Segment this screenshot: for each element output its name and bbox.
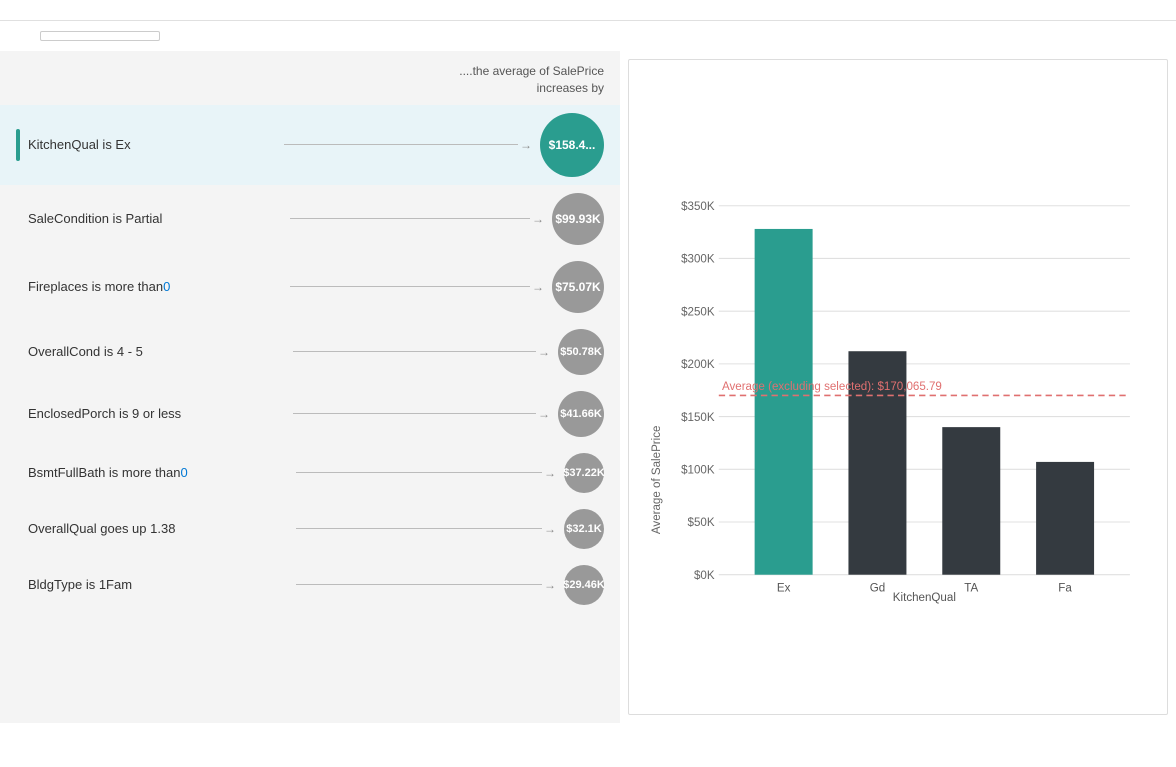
connector-area: →: [296, 466, 556, 480]
connector-line: [284, 144, 518, 145]
svg-text:$50K: $50K: [688, 517, 715, 529]
svg-text:Fa: Fa: [1058, 583, 1072, 595]
influencer-item[interactable]: KitchenQual is Ex → $158.4...: [0, 105, 620, 185]
left-panel: ....the average of SalePriceincreases by…: [0, 51, 620, 723]
influencer-item[interactable]: BsmtFullBath is more than0 → $37.22K: [0, 445, 620, 501]
influencer-item[interactable]: OverallCond is 4 - 5 → $50.78K: [0, 321, 620, 383]
connector-line: [290, 286, 530, 287]
svg-text:$350K: $350K: [681, 201, 715, 213]
bar-fa[interactable]: [1036, 462, 1094, 575]
connector-line: [296, 472, 542, 473]
svg-text:Ex: Ex: [777, 583, 791, 595]
svg-text:Average (excluding selected):: Average (excluding selected): $170,065.7…: [722, 381, 942, 393]
right-panel-description: [645, 76, 1151, 77]
connector-area: →: [290, 280, 544, 294]
connector-line: [293, 413, 536, 414]
connector-area: →: [290, 212, 544, 226]
influencer-item[interactable]: SaleCondition is Partial → $99.93K: [0, 185, 620, 253]
arrow-icon: →: [532, 212, 544, 226]
connector-line: [296, 584, 542, 585]
influencer-label: SaleCondition is Partial: [28, 211, 282, 226]
connector-line: [290, 218, 530, 219]
bar-ex[interactable]: [755, 229, 813, 575]
svg-text:$150K: $150K: [681, 412, 715, 424]
chart-container: $350K $300K $250K $200K $150K $100K $50K $0K Ex…: [645, 93, 1151, 698]
svg-text:$300K: $300K: [681, 254, 715, 266]
svg-text:Gd: Gd: [870, 583, 885, 595]
influencer-label: BsmtFullBath is more than0: [28, 465, 288, 480]
arrow-icon: →: [544, 578, 556, 592]
bar-chart-svg: $350K $300K $250K $200K $150K $100K $50K $0K Ex…: [645, 93, 1151, 698]
svg-text:$100K: $100K: [681, 465, 715, 477]
connector-area: →: [296, 578, 556, 592]
right-panel: $350K $300K $250K $200K $150K $100K $50K $0K Ex…: [628, 59, 1168, 715]
arrow-icon: →: [532, 280, 544, 294]
influencer-label: Fireplaces is more than0: [28, 279, 282, 294]
connector-area: →: [284, 138, 532, 152]
value-bubble: $50.78K: [558, 329, 604, 375]
main-content: ....the average of SalePriceincreases by…: [0, 51, 1176, 723]
arrow-icon: →: [544, 466, 556, 480]
influencer-label: BldgType is 1Fam: [28, 577, 288, 592]
svg-text:$250K: $250K: [681, 306, 715, 318]
influencer-label: OverallCond is 4 - 5: [28, 344, 285, 359]
influencer-list: KitchenQual is Ex → $158.4... SaleCondition…: [0, 105, 620, 613]
header-increases-by: ....the average of SalePriceincreases by: [459, 63, 604, 97]
selected-indicator: [16, 129, 20, 161]
toolbar: [0, 21, 1176, 51]
value-bubble: $37.22K: [564, 453, 604, 493]
connector-area: →: [293, 407, 550, 421]
panel-header: ....the average of SalePriceincreases by: [0, 63, 620, 105]
connector-line: [296, 528, 542, 529]
connector-line: [293, 351, 536, 352]
svg-text:$200K: $200K: [681, 359, 715, 371]
influencer-label: OverallQual goes up 1.38: [28, 521, 288, 536]
arrow-icon: →: [544, 522, 556, 536]
influencer-label: KitchenQual is Ex: [28, 137, 276, 152]
value-bubble: $158.4...: [540, 113, 604, 177]
value-bubble: $99.93K: [552, 193, 604, 245]
top-bar: [0, 0, 1176, 21]
influencer-item[interactable]: EnclosedPorch is 9 or less → $41.66K: [0, 383, 620, 445]
arrow-icon: →: [538, 345, 550, 359]
arrow-icon: →: [538, 407, 550, 421]
influence-dropdown[interactable]: [40, 31, 160, 41]
x-axis-title: KitchenQual: [893, 592, 956, 604]
bar-ta[interactable]: [942, 427, 1000, 575]
svg-text:$0K: $0K: [694, 570, 715, 582]
influencer-label: EnclosedPorch is 9 or less: [28, 406, 285, 421]
value-bubble: $32.1K: [564, 509, 604, 549]
y-axis-title: Average of SalePrice: [651, 426, 663, 535]
arrow-icon: →: [520, 138, 532, 152]
tabs: [16, 10, 40, 20]
influencer-item[interactable]: BldgType is 1Fam → $29.46K: [0, 557, 620, 613]
svg-text:TA: TA: [964, 583, 978, 595]
connector-area: →: [296, 522, 556, 536]
influencer-item[interactable]: OverallQual goes up 1.38 → $32.1K: [0, 501, 620, 557]
influencer-item[interactable]: Fireplaces is more than0 → $75.07K: [0, 253, 620, 321]
value-bubble: $75.07K: [552, 261, 604, 313]
value-bubble: $29.46K: [564, 565, 604, 605]
value-bubble: $41.66K: [558, 391, 604, 437]
connector-area: →: [293, 345, 550, 359]
